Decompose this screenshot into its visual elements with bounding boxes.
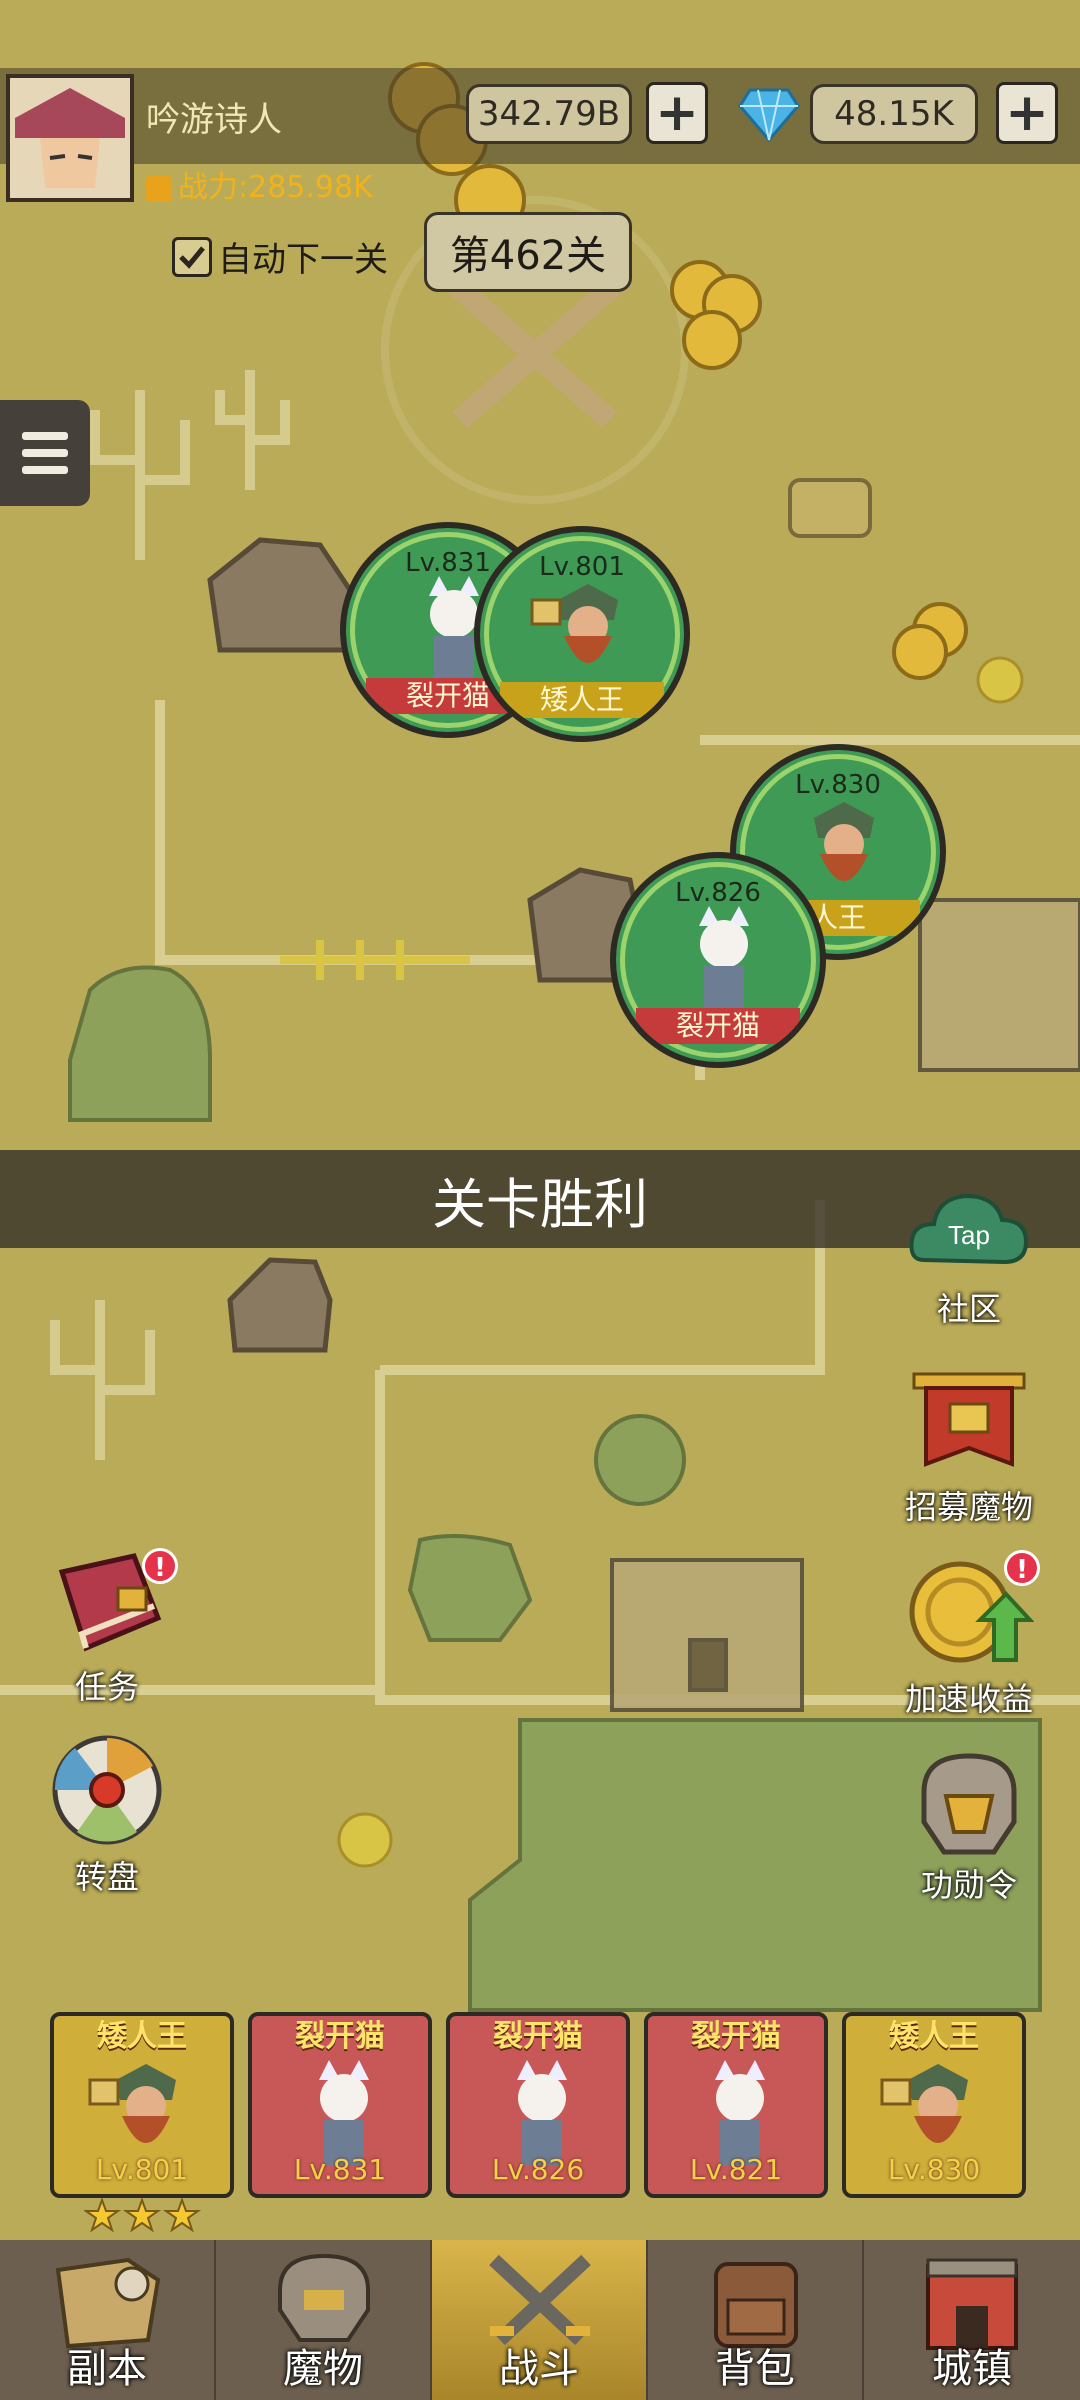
team-slot[interactable]: 裂开猫 Lv.821 [644,2012,828,2198]
auto-next-label: 自动下一关 [218,240,388,280]
team-slot-level: Lv.826 [491,2153,585,2186]
team-slot-name: 裂开猫 [295,2019,385,2054]
team-slot-level: Lv.830 [887,2153,981,2186]
nav-label: 战斗 [499,2346,579,2392]
star-rating [84,2198,199,2233]
map-unit[interactable]: Lv.801 矮人王 [474,526,690,742]
unit-name: 裂开猫 [636,1008,800,1044]
plus-icon: + [1005,83,1049,143]
player-avatar[interactable] [6,74,134,202]
nav-bag[interactable]: 背包 [648,2240,864,2400]
team-slot[interactable]: 矮人王 Lv.801 [50,2012,234,2198]
gold-amount: 342.79B [466,84,632,144]
notification-badge: ! [142,1548,178,1584]
community-button[interactable]: Tap 社区 [894,1180,1044,1330]
map-unit[interactable]: Lv.826 裂开猫 [610,852,826,1068]
avatar-portrait-icon [10,78,130,198]
nav-monsters[interactable]: 魔物 [216,2240,432,2400]
team-slot-name: 矮人王 [889,2019,979,2054]
gem-icon [738,88,800,142]
backpack-icon [714,2262,798,2348]
power-icon [146,175,172,202]
tap-cloud-icon: Tap [909,1193,1029,1265]
team-slot-name: 矮人王 [97,2019,187,2054]
town-gate-icon [926,2258,1018,2350]
nav-label: 副本 [67,2346,147,2392]
plus-icon: + [655,83,699,143]
checkbox-icon[interactable] [172,236,212,277]
speed-up-label: 加速收益 [904,1680,1033,1718]
wheel-button[interactable]: 转盘 [32,1732,182,1898]
menu-button[interactable] [0,400,90,506]
team-slot[interactable]: 裂开猫 Lv.826 [446,2012,630,2198]
team-slot-level: Lv.821 [689,2153,783,2186]
player-name: 吟游诗人 [146,100,282,140]
gem-amount: 48.15K [810,84,978,144]
dwarf-king-icon [530,584,618,663]
notification-badge: ! [1004,1550,1040,1586]
crossed-swords-icon [489,2254,591,2346]
speed-up-income-button[interactable]: 加速收益 ! [894,1550,1044,1720]
auto-next-toggle[interactable]: 自动下一关 [172,232,388,281]
banner-helmet-icon [912,1372,1026,1467]
unit-level: Lv.826 [675,878,761,908]
recruit-label: 招募魔物 [904,1488,1033,1526]
merit-order-button[interactable]: 功勋令 [894,1752,1044,1906]
add-gold-button[interactable]: + [646,82,708,144]
team-slot[interactable]: 裂开猫 Lv.831 [248,2012,432,2198]
unit-level: Lv.830 [795,770,881,800]
team-slot[interactable]: 矮人王 Lv.830 [842,2012,1026,2198]
nav-label: 城镇 [932,2346,1012,2392]
unit-level: Lv.801 [539,552,625,582]
team-slot-level: Lv.801 [95,2153,189,2186]
cat-warrior-icon [699,906,749,1012]
nav-battle[interactable]: 战斗 [432,2240,648,2400]
team-slot-name: 裂开猫 [691,2019,781,2054]
quests-label: 任务 [74,1668,139,1706]
helmet-icon [278,2253,370,2342]
stage-number: 第462关 [424,212,632,292]
nav-dungeon[interactable]: 副本 [0,2240,216,2400]
svg-text:Tap: Tap [948,1220,990,1250]
power-value: 战力:285.98K [178,170,373,205]
power-display: 战力:285.98K [146,162,373,206]
merit-order-label: 功勋令 [920,1866,1017,1904]
map-scroll-icon [55,2257,161,2349]
team-slot-name: 裂开猫 [493,2019,583,2054]
unit-name: 矮人王 [500,682,664,718]
spin-wheel-icon [52,1735,162,1845]
quests-button[interactable]: 任务 ! [32,1548,182,1708]
nav-town[interactable]: 城镇 [864,2240,1080,2400]
hamburger-icon [22,432,68,440]
community-label: 社区 [936,1290,1001,1328]
team-slot-level: Lv.831 [293,2153,387,2186]
recruit-monsters-button[interactable]: 招募魔物 [894,1368,1044,1528]
wheel-label: 转盘 [74,1858,139,1896]
add-gem-button[interactable]: + [996,82,1058,144]
helmet-icon [921,1753,1017,1855]
nav-label: 背包 [715,2346,795,2392]
nav-label: 魔物 [283,2346,363,2392]
